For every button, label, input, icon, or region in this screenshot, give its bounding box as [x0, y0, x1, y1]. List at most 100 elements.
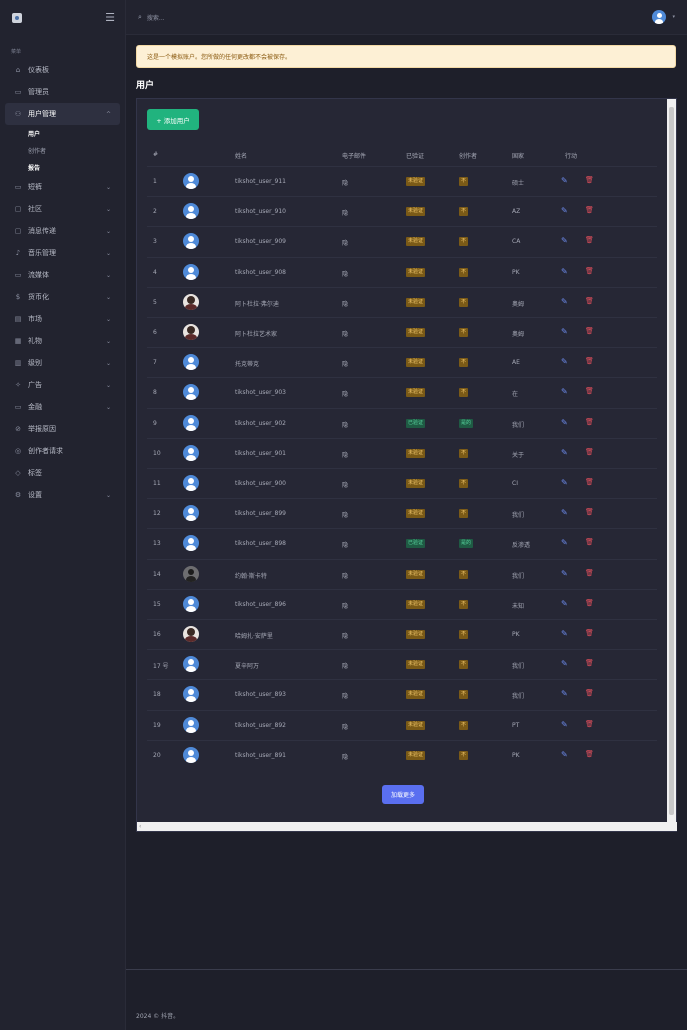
chevron-down-icon[interactable]: ⌄ [106, 382, 111, 389]
edit-icon[interactable]: ✎ [561, 689, 568, 698]
edit-icon[interactable]: ✎ [561, 327, 568, 336]
edit-icon[interactable]: ✎ [561, 538, 568, 547]
edit-icon[interactable]: ✎ [561, 629, 568, 638]
sidebar-item-12[interactable]: ✧ 广告 ⌄ [0, 374, 125, 396]
sidebar-subitem-0[interactable]: 用户 [0, 125, 125, 142]
avatar[interactable] [183, 535, 199, 552]
edit-icon[interactable]: ✎ [561, 508, 568, 517]
trash-icon[interactable]: 🗑 [585, 206, 594, 214]
sidebar-item-15[interactable]: ◎ 创作者请求 [0, 440, 125, 462]
sidebar-item-10[interactable]: ▦ 礼物 ⌄ [0, 330, 125, 352]
sidebar-item-1[interactable]: ▭ 管理员 [0, 81, 125, 103]
sidebar-item-3[interactable]: ▭ 短裤 ⌄ [0, 176, 125, 198]
edit-icon[interactable]: ✎ [561, 267, 568, 276]
avatar[interactable] [183, 565, 199, 582]
edit-icon[interactable]: ✎ [561, 659, 568, 668]
trash-icon[interactable]: 🗑 [585, 478, 594, 486]
sidebar-subitem-2[interactable]: 报告 [0, 159, 125, 176]
chevron-down-icon[interactable]: ⌄ [106, 404, 111, 411]
chevron-down-icon[interactable]: ⌄ [106, 272, 111, 279]
avatar[interactable] [183, 203, 199, 220]
chevron-down-icon[interactable]: ⌄ [106, 492, 111, 499]
trash-icon[interactable]: 🗑 [585, 236, 594, 244]
edit-icon[interactable]: ✎ [561, 206, 568, 215]
avatar[interactable] [183, 595, 199, 612]
trash-icon[interactable]: 🗑 [585, 267, 594, 275]
chevron-down-icon[interactable]: ⌄ [106, 360, 111, 367]
trash-icon[interactable]: 🗑 [585, 569, 594, 577]
edit-icon[interactable]: ✎ [561, 176, 568, 185]
scroll-thumb[interactable] [669, 107, 674, 815]
trash-icon[interactable]: 🗑 [585, 720, 594, 728]
avatar[interactable] [183, 384, 199, 401]
avatar[interactable] [183, 173, 199, 189]
vertical-scrollbar[interactable] [667, 99, 676, 823]
avatar[interactable] [183, 354, 199, 371]
edit-icon[interactable]: ✎ [561, 357, 568, 366]
sidebar-item-5[interactable]: ▢ 消息传递 ⌄ [0, 220, 125, 242]
user-menu[interactable]: ▾ [652, 10, 675, 24]
sidebar-item-4[interactable]: ▢ 社区 ⌄ [0, 198, 125, 220]
avatar[interactable] [183, 293, 199, 310]
avatar[interactable] [183, 716, 199, 733]
logo-icon[interactable] [12, 12, 22, 23]
search-input[interactable]: 搜索... [147, 13, 165, 22]
chevron-down-icon[interactable]: ⌄ [106, 206, 111, 213]
sidebar-item-13[interactable]: ▭ 金融 ⌄ [0, 396, 125, 418]
edit-icon[interactable]: ✎ [561, 448, 568, 457]
avatar[interactable] [183, 414, 199, 431]
chevron-down-icon[interactable]: ▾ [672, 14, 675, 20]
avatar[interactable] [183, 324, 199, 340]
edit-icon[interactable]: ✎ [561, 387, 568, 396]
edit-icon[interactable]: ✎ [561, 297, 568, 306]
sidebar-item-8[interactable]: $ 货币化 ⌄ [0, 286, 125, 308]
chevron-down-icon[interactable]: ⌄ [106, 250, 111, 257]
trash-icon[interactable]: 🗑 [585, 176, 594, 184]
chevron-up-icon[interactable]: ^ [106, 111, 111, 118]
sidebar-item-11[interactable]: ▥ 级别 ⌄ [0, 352, 125, 374]
edit-icon[interactable]: ✎ [561, 569, 568, 578]
avatar[interactable] [652, 10, 667, 24]
edit-icon[interactable]: ✎ [561, 750, 568, 759]
avatar[interactable] [183, 475, 199, 491]
edit-icon[interactable]: ✎ [561, 236, 568, 245]
chevron-down-icon[interactable]: ⌄ [106, 184, 111, 191]
sidebar-item-14[interactable]: ⊘ 举报原因 [0, 418, 125, 440]
chevron-down-icon[interactable]: ⌄ [106, 316, 111, 323]
trash-icon[interactable]: 🗑 [585, 297, 594, 305]
avatar[interactable] [183, 505, 199, 522]
sidebar-item-2[interactable]: ⚇ 用户管理 ^ [5, 103, 120, 125]
trash-icon[interactable]: 🗑 [585, 387, 594, 395]
edit-icon[interactable]: ✎ [561, 599, 568, 608]
chevron-down-icon[interactable]: ⌄ [106, 338, 111, 345]
trash-icon[interactable]: 🗑 [585, 750, 594, 758]
menu-toggle-icon[interactable]: ☰ [105, 11, 115, 24]
edit-icon[interactable]: ✎ [561, 478, 568, 487]
trash-icon[interactable]: 🗑 [585, 448, 594, 456]
add-user-button[interactable]: + 添加用户 [147, 109, 199, 130]
sidebar-item-16[interactable]: ◇ 标签 [0, 462, 125, 484]
trash-icon[interactable]: 🗑 [585, 327, 594, 335]
avatar[interactable] [183, 233, 199, 250]
sidebar-item-9[interactable]: ▤ 市场 ⌄ [0, 308, 125, 330]
trash-icon[interactable]: 🗑 [585, 599, 594, 607]
avatar[interactable] [183, 656, 199, 673]
edit-icon[interactable]: ✎ [561, 720, 568, 729]
scroll-left-icon[interactable]: ‹ [139, 823, 141, 830]
avatar[interactable] [183, 746, 199, 763]
load-more-button[interactable]: 加载更多 [382, 785, 424, 804]
sidebar-subitem-1[interactable]: 创作者 [0, 142, 125, 159]
horizontal-scrollbar[interactable]: ‹ [137, 822, 677, 831]
avatar[interactable] [183, 686, 199, 703]
sidebar-item-0[interactable]: ⌂ 仪表板 [0, 59, 125, 81]
trash-icon[interactable]: 🗑 [585, 418, 594, 426]
edit-icon[interactable]: ✎ [561, 418, 568, 427]
sidebar-item-7[interactable]: ▭ 流媒体 ⌄ [0, 264, 125, 286]
sidebar-item-6[interactable]: ♪ 音乐管理 ⌄ [0, 242, 125, 264]
trash-icon[interactable]: 🗑 [585, 508, 594, 516]
trash-icon[interactable]: 🗑 [585, 659, 594, 667]
trash-icon[interactable]: 🗑 [585, 538, 594, 546]
sidebar-item-17[interactable]: ⚙ 设置 ⌄ [0, 484, 125, 506]
trash-icon[interactable]: 🗑 [585, 357, 594, 365]
avatar[interactable] [183, 263, 199, 280]
